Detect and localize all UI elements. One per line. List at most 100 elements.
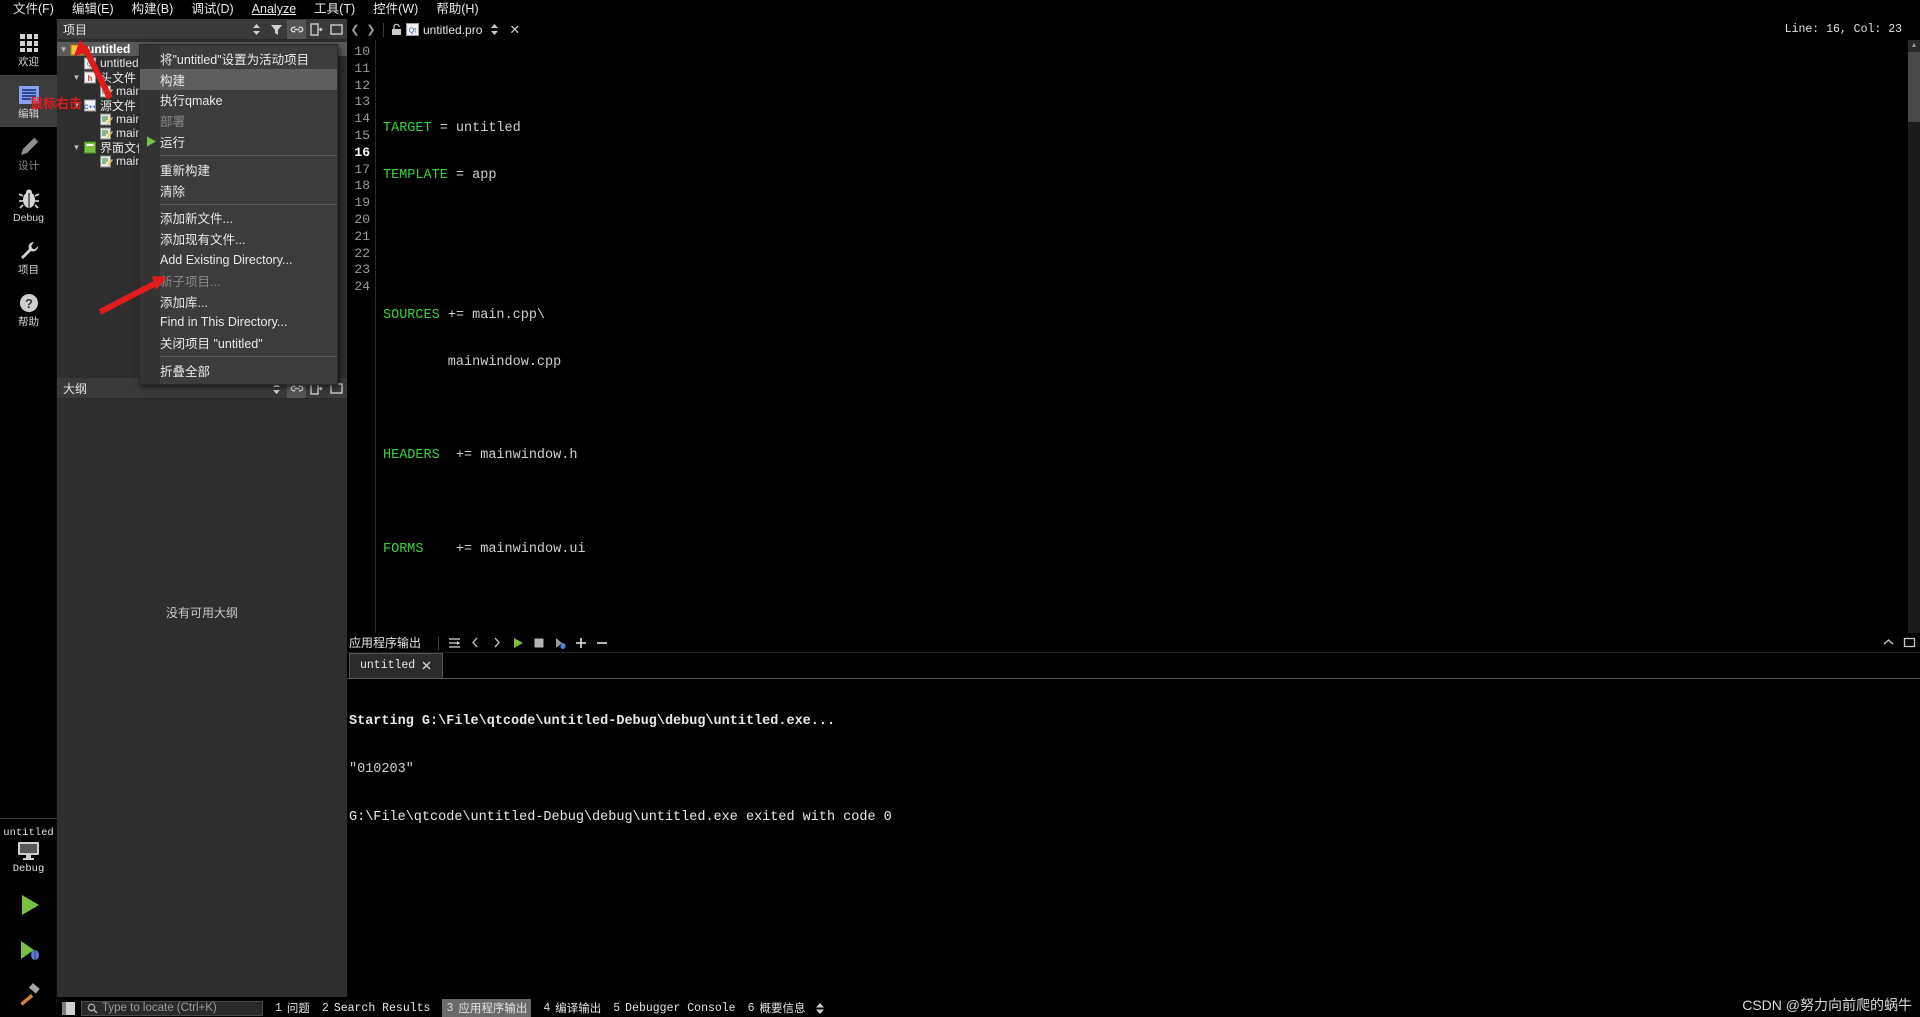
expand-all-button[interactable] [307, 20, 326, 39]
pro-file-icon: Qt [84, 57, 96, 69]
next-item-button[interactable] [486, 634, 507, 652]
file-icon [100, 155, 113, 167]
project-pane-title: 项目 [63, 22, 88, 37]
menu-item-add-new-file[interactable]: 添加新文件... [140, 208, 337, 229]
collapse-arrow-icon[interactable]: ▼ [70, 143, 83, 152]
minimize-output-button[interactable] [1878, 634, 1899, 652]
mode-debug[interactable]: Debug [0, 179, 57, 231]
code-view[interactable]: 10 11 12 13 14 15 16 17 18 19 20 21 22 2… [347, 40, 1908, 696]
close-document-button[interactable]: ✕ [509, 22, 520, 38]
status-tab-compile-output[interactable]: 4 编译输出 [543, 1000, 601, 1017]
mode-welcome[interactable]: 欢迎 [0, 23, 57, 75]
menu-widgets[interactable]: 控件(W) [364, 0, 427, 19]
menu-item-clean[interactable]: 清除 [140, 180, 337, 201]
kit-selector[interactable]: untitled Debug [0, 818, 57, 882]
filter-button[interactable] [267, 20, 286, 39]
run-button[interactable] [0, 882, 57, 927]
scroll-up-arrow-icon[interactable]: ▲ [1908, 40, 1920, 52]
next-item-icon [494, 637, 500, 648]
zoom-out-button[interactable] [591, 634, 612, 652]
sync-with-editor-button[interactable] [287, 19, 306, 39]
menu-separator [160, 154, 337, 156]
scrollbar-thumb[interactable] [1908, 52, 1920, 122]
collapse-arrow-icon[interactable]: ▼ [70, 73, 83, 82]
link-icon [290, 26, 303, 32]
sidebar-toggle-icon[interactable] [62, 1001, 75, 1015]
line-number: 10 [354, 44, 370, 59]
close-pane-button[interactable] [327, 20, 346, 39]
code-text[interactable]: TARGET = untitled TEMPLATE = app SOURCES… [376, 40, 1908, 696]
word-wrap-button[interactable] [444, 634, 465, 652]
close-run-icon[interactable] [421, 660, 432, 671]
bug-icon [18, 189, 39, 209]
mode-design[interactable]: 设计 [0, 127, 57, 179]
menu-item-add-existing-directory[interactable]: Add Existing Directory... [140, 249, 337, 270]
grid-icon [19, 33, 38, 52]
menu-build[interactable]: 构建(B) [123, 0, 183, 19]
menu-item-close-project[interactable]: 关闭项目 "untitled" [140, 332, 337, 353]
tab-label: 应用程序输出 [458, 1003, 528, 1016]
menu-tools[interactable]: 工具(T) [305, 0, 364, 19]
output-text: Starting G:\File\qtcode\untitled-Debug\d… [347, 679, 1920, 825]
status-tab-issues[interactable]: 1 问题 [275, 1000, 310, 1017]
status-bar: Type to locate (Ctrl+K) 1 问题 2 Search Re… [57, 997, 1920, 1017]
project-folder-icon [70, 44, 84, 55]
word-wrap-icon [448, 637, 460, 648]
editor-lock-button[interactable] [388, 23, 404, 36]
editor-file-name[interactable]: untitled.pro [423, 23, 482, 37]
close-pane-icon [330, 23, 343, 35]
mode-debug-label: Debug [13, 211, 44, 224]
stop-button[interactable] [528, 634, 549, 652]
locator-input[interactable]: Type to locate (Ctrl+K) [81, 1000, 263, 1016]
pane-view-combo[interactable] [247, 20, 266, 39]
project-context-menu[interactable]: 将"untitled"设置为活动项目 构建 执行qmake 部署 运行 重新构建… [139, 44, 338, 385]
menu-item-add-existing-files[interactable]: 添加现有文件... [140, 228, 337, 249]
menu-item-rebuild[interactable]: 重新构建 [140, 159, 337, 180]
status-tab-debugger-console[interactable]: 5 Debugger Console [613, 1002, 735, 1015]
open-documents-dropdown[interactable] [490, 23, 499, 36]
menu-item-add-library[interactable]: 添加库... [140, 291, 337, 312]
menu-edit[interactable]: 编辑(E) [63, 0, 123, 19]
editor-vertical-scrollbar[interactable]: ▲ [1908, 40, 1920, 633]
locator-placeholder: Type to locate (Ctrl+K) [102, 1002, 217, 1014]
menu-item-collapse-all[interactable]: 折叠全部 [140, 360, 337, 381]
attach-debugger-button[interactable] [549, 634, 570, 652]
line-number: 14 [354, 111, 370, 127]
build-button[interactable] [0, 972, 57, 1017]
application-output-pane: 应用程序输出 untitled Starting G:\File\qtcode\… [347, 633, 1920, 825]
line-number: 19 [354, 195, 370, 211]
menu-file[interactable]: 文件(F) [4, 0, 63, 19]
output-pane-chooser[interactable] [815, 1002, 825, 1015]
status-tab-application-output[interactable]: 3 应用程序输出 [442, 999, 532, 1017]
svg-text:?: ? [25, 296, 33, 311]
zoom-in-button[interactable] [570, 634, 591, 652]
collapse-arrow-icon[interactable]: ▼ [57, 45, 70, 54]
updown-chevron-icon [491, 24, 499, 35]
menu-item-run-qmake[interactable]: 执行qmake [140, 90, 337, 111]
status-tab-general-messages[interactable]: 6 概要信息 [748, 1000, 806, 1017]
menu-item-run[interactable]: 运行 [140, 131, 337, 152]
menu-analyze[interactable]: Analyze [243, 0, 305, 19]
go-back-button[interactable]: ❮ [347, 23, 363, 36]
mode-help[interactable]: ? 帮助 [0, 283, 57, 335]
mouse-right-click-note: 鼠标右击 [30, 96, 83, 111]
output-line: Starting G:\File\qtcode\untitled-Debug\d… [349, 714, 836, 729]
output-line: G:\File\qtcode\untitled-Debug\debug\unti… [349, 809, 892, 825]
output-tab-untitled[interactable]: untitled [349, 653, 444, 678]
tab-number: 3 [446, 1001, 454, 1015]
mode-projects[interactable]: 项目 [0, 231, 57, 283]
menu-item-find-in-directory[interactable]: Find in This Directory... [140, 312, 337, 333]
menu-help[interactable]: 帮助(H) [427, 0, 487, 19]
menu-debug[interactable]: 调试(D) [182, 0, 242, 19]
go-forward-button[interactable]: ❯ [363, 23, 379, 36]
expand-all-icon [310, 22, 323, 36]
start-debugging-button[interactable] [0, 927, 57, 972]
status-tab-search-results[interactable]: 2 Search Results [322, 1002, 431, 1015]
menu-item-set-active-project[interactable]: 将"untitled"设置为活动项目 [140, 48, 337, 69]
maximize-output-button[interactable] [1899, 634, 1920, 652]
rerun-button[interactable] [507, 634, 528, 652]
prev-item-button[interactable] [465, 634, 486, 652]
menu-item-build[interactable]: 构建 [140, 68, 337, 90]
updown-chevron-icon [253, 23, 260, 35]
